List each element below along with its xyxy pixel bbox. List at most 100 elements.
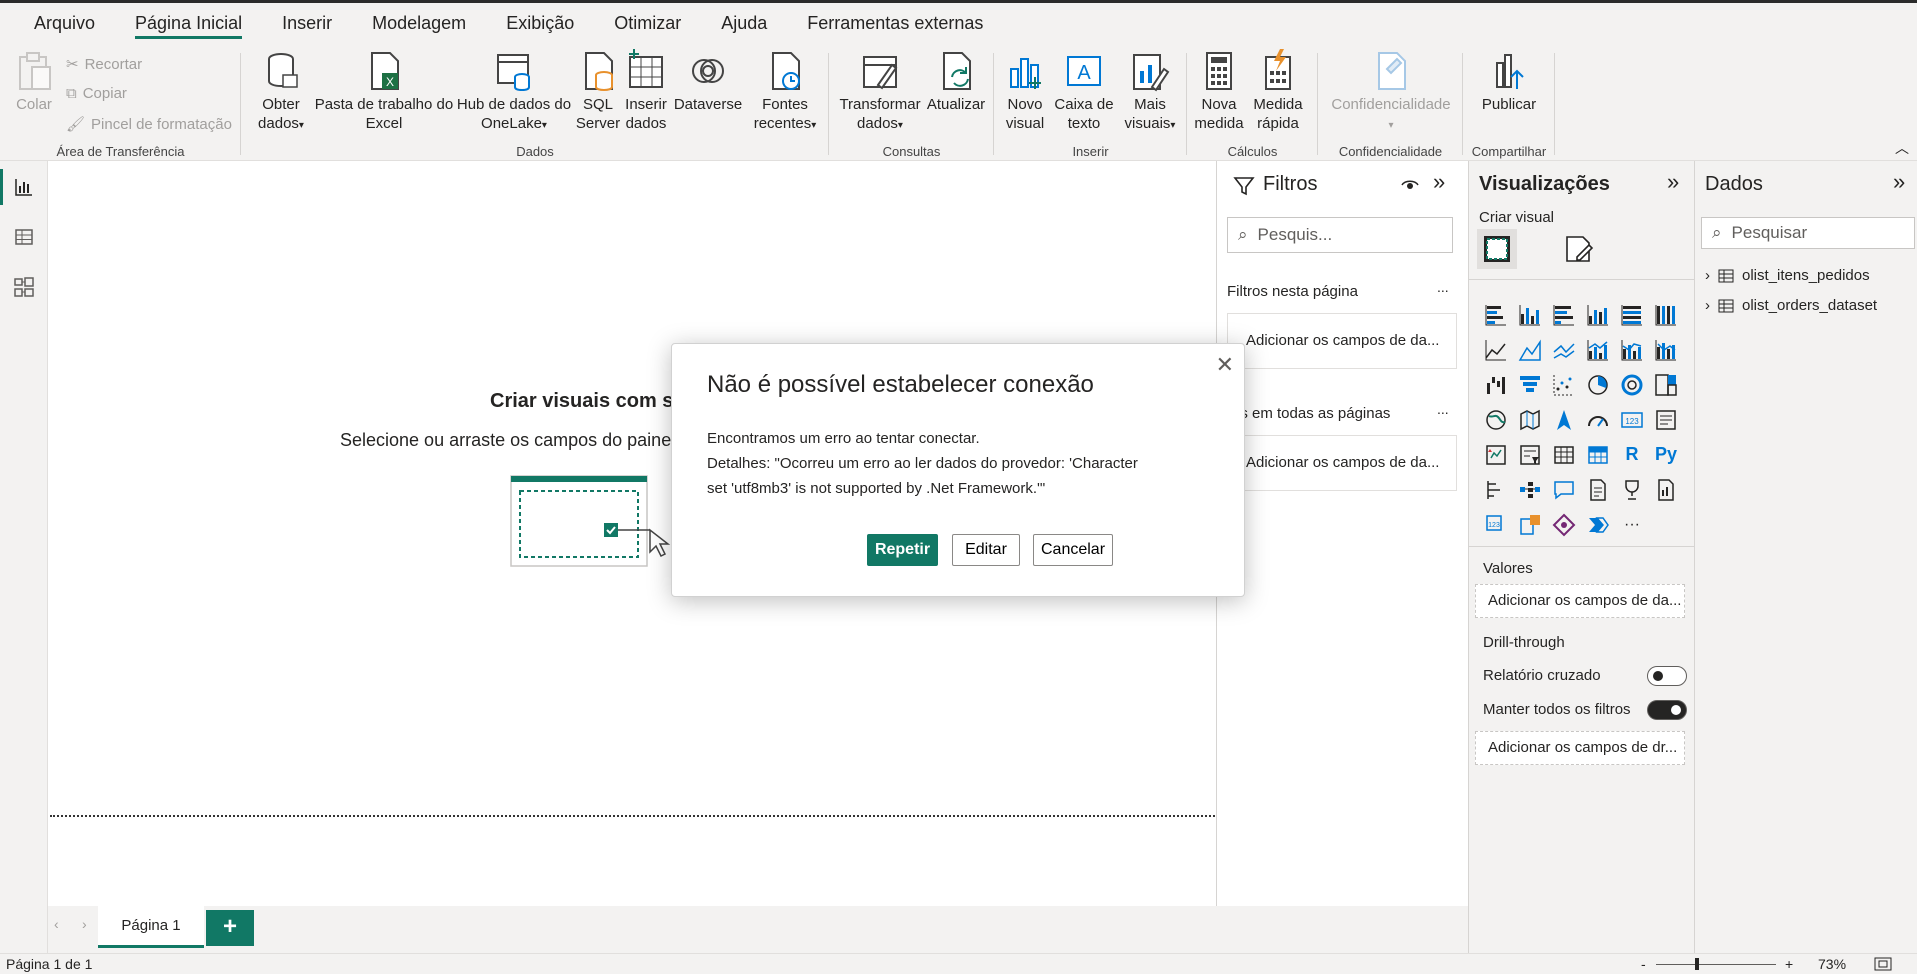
ribbon-chart-icon[interactable] <box>1649 332 1683 367</box>
table-icon[interactable] <box>1547 437 1581 472</box>
tab-exibicao[interactable]: Exibição <box>486 3 594 43</box>
transform-data-button[interactable]: Transformar dados▾ <box>837 49 923 135</box>
clustered-bar-chart-icon[interactable] <box>1547 297 1581 332</box>
tab-pagina-inicial[interactable]: Página Inicial <box>115 3 262 43</box>
drill-through-well[interactable]: Adicionar os campos de dr... <box>1475 731 1685 765</box>
more-visuals-button[interactable]: Mais visuais▾ <box>1118 49 1182 135</box>
line-chart-icon[interactable] <box>1479 332 1513 367</box>
zoom-slider[interactable] <box>1656 964 1776 965</box>
copy-button[interactable]: ⧉ Copiar <box>66 85 127 102</box>
matrix-icon[interactable] <box>1581 437 1615 472</box>
more-options-icon[interactable]: ... <box>1437 279 1449 295</box>
quick-measure-button[interactable]: Medida rápida <box>1247 49 1309 133</box>
build-visual-tab[interactable] <box>1477 229 1517 269</box>
retry-button[interactable]: Repetir <box>867 534 938 566</box>
sql-server-button[interactable]: SQL Server <box>574 49 622 133</box>
edit-button[interactable]: Editar <box>952 534 1020 566</box>
paginated-report-icon[interactable] <box>1649 472 1683 507</box>
tab-ajuda[interactable]: Ajuda <box>701 3 787 43</box>
new-visual-button[interactable]: Novo visual <box>1000 49 1050 133</box>
onelake-hub-button[interactable]: Hub de dados do OneLake▾ <box>455 49 573 135</box>
publish-button[interactable]: Publicar <box>1473 49 1545 114</box>
tab-modelagem[interactable]: Modelagem <box>352 3 486 43</box>
stacked-area-chart-icon[interactable] <box>1547 332 1581 367</box>
format-painter-button[interactable]: 🖌 Pincel de formatação <box>66 115 232 134</box>
zoom-in-button[interactable]: + <box>1785 954 1793 974</box>
slicer-icon[interactable] <box>1513 437 1547 472</box>
format-visual-tab[interactable] <box>1563 233 1595 270</box>
zoom-out-button[interactable]: - <box>1641 954 1646 974</box>
qa-icon[interactable] <box>1547 472 1581 507</box>
cross-report-toggle[interactable] <box>1647 666 1687 686</box>
get-data-button[interactable]: Obter dados▾ <box>253 49 309 135</box>
zoom-slider-thumb[interactable] <box>1695 958 1699 970</box>
power-automate-icon[interactable] <box>1547 507 1581 542</box>
tab-arquivo[interactable]: Arquivo <box>14 3 115 43</box>
excel-workbook-button[interactable]: X Pasta de trabalho do Excel <box>313 49 455 133</box>
stacked-bar-chart-icon[interactable] <box>1479 297 1513 332</box>
sensitivity-button[interactable]: Confidencialidade ▾ <box>1324 49 1458 135</box>
more-options-icon[interactable]: ··· <box>1615 507 1649 542</box>
clustered-column-chart-icon[interactable] <box>1581 297 1615 332</box>
cut-button[interactable]: ✂ Recortar <box>66 55 142 74</box>
funnel-chart-icon[interactable] <box>1513 367 1547 402</box>
card-new-icon[interactable]: 123 <box>1479 507 1513 542</box>
map-icon[interactable] <box>1479 402 1513 437</box>
metrics-icon[interactable] <box>1615 472 1649 507</box>
smart-narrative-icon[interactable] <box>1581 472 1615 507</box>
filters-search-input[interactable]: ⌕ Pesquis... <box>1227 217 1453 253</box>
card-icon[interactable]: 123 <box>1615 402 1649 437</box>
table-item[interactable]: › olist_orders_dataset <box>1705 297 1877 314</box>
eye-icon[interactable] <box>1401 178 1419 192</box>
r-visual-icon[interactable]: R <box>1615 437 1649 472</box>
collapse-filters-icon[interactable]: » <box>1433 169 1445 195</box>
filters-all-pages-well[interactable]: Adicionar os campos de da... <box>1227 435 1457 491</box>
filled-map-icon[interactable] <box>1513 402 1547 437</box>
kpi-icon[interactable] <box>1479 437 1513 472</box>
fit-to-page-icon[interactable] <box>1874 957 1892 971</box>
power-apps-icon[interactable] <box>1513 507 1547 542</box>
prev-page-icon[interactable]: ‹ <box>54 916 59 932</box>
cancel-button[interactable]: Cancelar <box>1033 534 1113 566</box>
recent-sources-button[interactable]: Fontes recentes▾ <box>745 49 825 135</box>
tab-otimizar[interactable]: Otimizar <box>594 3 701 43</box>
page-tab[interactable]: Página 1 <box>98 906 204 948</box>
collapse-visualizations-icon[interactable]: » <box>1667 169 1679 195</box>
add-page-button[interactable]: + <box>206 910 254 946</box>
multi-row-card-icon[interactable] <box>1649 402 1683 437</box>
collapse-ribbon-icon[interactable]: ︿ <box>1895 138 1909 158</box>
area-chart-icon[interactable] <box>1513 332 1547 367</box>
more-visuals-icon[interactable] <box>1581 507 1615 542</box>
filters-on-page-well[interactable]: Adicionar os campos de da... <box>1227 313 1457 369</box>
more-options-icon[interactable]: ... <box>1437 401 1449 417</box>
pie-chart-icon[interactable] <box>1581 367 1615 402</box>
keep-filters-toggle[interactable] <box>1647 700 1687 720</box>
python-visual-icon[interactable]: Py <box>1649 437 1683 472</box>
close-icon[interactable]: ✕ <box>1216 352 1234 378</box>
100-column-chart-icon[interactable] <box>1649 297 1683 332</box>
table-item[interactable]: › olist_itens_pedidos <box>1705 267 1870 284</box>
decomposition-tree-icon[interactable] <box>1513 472 1547 507</box>
donut-chart-icon[interactable] <box>1615 367 1649 402</box>
dataverse-button[interactable]: Dataverse <box>671 49 745 114</box>
stacked-column-chart-icon[interactable] <box>1513 297 1547 332</box>
gauge-icon[interactable] <box>1581 402 1615 437</box>
line-clustered-column-chart-icon[interactable] <box>1615 332 1649 367</box>
model-view-button[interactable] <box>0 263 48 311</box>
refresh-button[interactable]: Atualizar <box>923 49 989 114</box>
waterfall-chart-icon[interactable] <box>1479 367 1513 402</box>
100-bar-chart-icon[interactable] <box>1615 297 1649 332</box>
tab-inserir[interactable]: Inserir <box>262 3 352 43</box>
enter-data-button[interactable]: Inserir dados <box>622 49 670 133</box>
table-view-button[interactable] <box>0 213 48 261</box>
textbox-button[interactable]: A Caixa de texto <box>1052 49 1116 133</box>
new-measure-button[interactable]: Nova medida <box>1193 49 1245 133</box>
report-view-button[interactable] <box>0 163 48 211</box>
tab-ferramentas-externas[interactable]: Ferramentas externas <box>787 3 1003 43</box>
treemap-icon[interactable] <box>1649 367 1683 402</box>
collapse-data-icon[interactable]: » <box>1893 169 1905 195</box>
scatter-chart-icon[interactable] <box>1547 367 1581 402</box>
paste-button[interactable]: Colar <box>12 49 56 114</box>
data-search-input[interactable]: ⌕ Pesquisar <box>1701 217 1915 249</box>
key-influencers-icon[interactable] <box>1479 472 1513 507</box>
